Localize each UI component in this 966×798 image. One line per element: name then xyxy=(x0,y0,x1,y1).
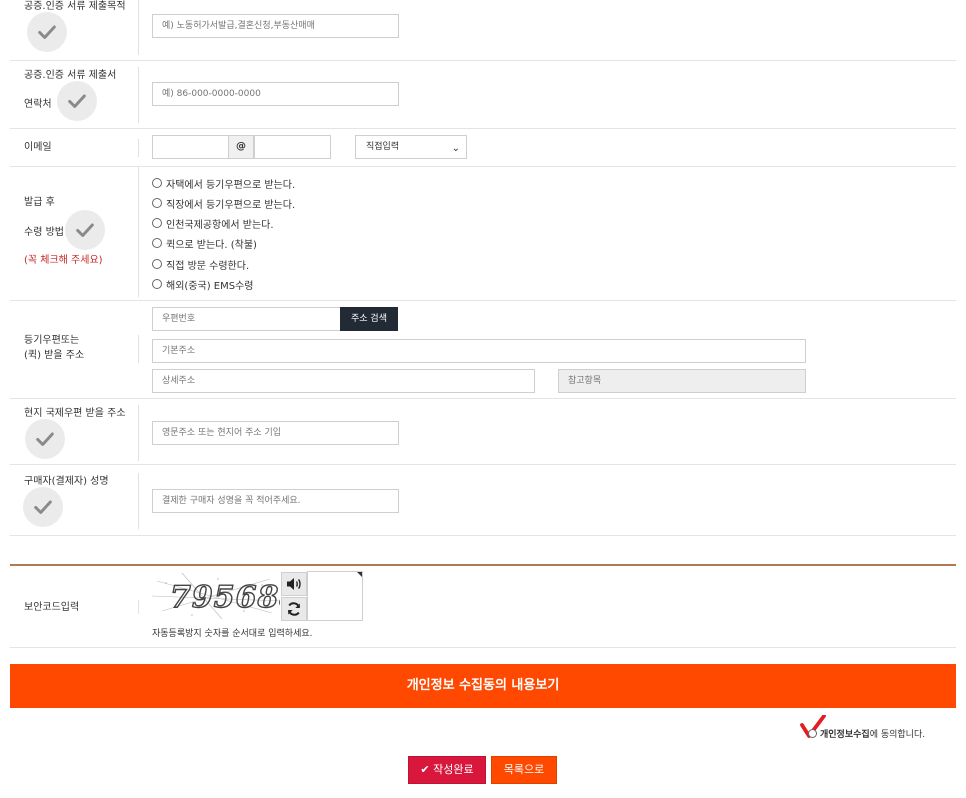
receive-option-quick[interactable]: 퀵으로 받는다. (착불) xyxy=(152,236,257,251)
receive-option-visit[interactable]: 직접 방문 수령한다. xyxy=(152,257,250,272)
radio-button[interactable] xyxy=(152,259,162,269)
contact-label-line2: 연락처 xyxy=(24,99,52,110)
privacy-agree-text: 에 동의합니다. xyxy=(869,730,926,740)
submit-button-label: 작성완료 xyxy=(433,763,474,776)
receive-option-label: 직접 방문 수령한다. xyxy=(166,260,250,272)
receive-label-line2: 수령 방법 xyxy=(24,227,64,238)
contact-row: 공증.인증 서류 제출서 연락처 xyxy=(10,61,956,129)
privacy-agree-strong: 개인정보수집 xyxy=(820,730,870,740)
contact-input[interactable] xyxy=(152,82,399,106)
receive-option-label: 해외(중국) EMS수령 xyxy=(166,280,254,292)
purpose-row: 공증.인증 서류 제출목적 xyxy=(10,0,956,61)
buyer-label: 구매자(결제자) 성명 xyxy=(24,476,109,487)
local-address-label: 현지 국제우편 받을 주소 xyxy=(24,408,126,419)
radio-button[interactable] xyxy=(152,178,162,188)
email-id-input[interactable] xyxy=(152,135,229,159)
receive-option-label: 인천국제공항에서 받는다. xyxy=(166,219,274,231)
detail-address-input[interactable] xyxy=(152,369,535,393)
privacy-agree-radio[interactable] xyxy=(808,729,817,738)
radio-button[interactable] xyxy=(152,238,162,248)
radio-button[interactable] xyxy=(152,279,162,289)
local-address-input[interactable] xyxy=(152,421,399,445)
email-at-sign: @ xyxy=(228,135,254,159)
receive-note: (꼭 체크해 주세요) xyxy=(24,255,103,266)
buyer-row: 구매자(결제자) 성명 xyxy=(10,465,956,536)
captcha-hint: 자동등록방지 숫자를 순서대로 입력하세요. xyxy=(152,629,313,639)
speaker-icon xyxy=(287,578,301,590)
radio-button[interactable] xyxy=(152,198,162,208)
captcha-speaker-button[interactable] xyxy=(281,572,307,596)
email-domain-select[interactable]: 직접입력 ⌄ xyxy=(355,135,467,159)
receive-option-home[interactable]: 자택에서 등기우편으로 받는다. xyxy=(152,176,296,191)
email-row: 이메일 @ 직접입력 ⌄ xyxy=(10,129,956,167)
check-icon xyxy=(27,12,67,52)
email-domain-input[interactable] xyxy=(254,135,331,159)
privacy-agree-row[interactable]: 개인정보수집 에 동의합니다. xyxy=(808,727,925,740)
security-label: 보안코드입력 xyxy=(24,602,80,613)
check-icon xyxy=(65,210,105,250)
address-row: 등기우편또는 (퀵) 받을 주소 주소 검색 xyxy=(10,301,956,399)
captcha-image: 795688 xyxy=(151,571,301,621)
email-label: 이메일 xyxy=(24,142,52,153)
submit-button[interactable]: ✔ 작성완료 xyxy=(408,756,486,784)
chevron-down-icon: ⌄ xyxy=(451,143,460,154)
list-button[interactable]: 목록으로 xyxy=(491,756,557,784)
receive-option-work[interactable]: 직장에서 등기우편으로 받는다. xyxy=(152,196,296,211)
radio-button[interactable] xyxy=(152,218,162,228)
reference-address-input[interactable] xyxy=(558,369,806,393)
check-icon xyxy=(57,81,97,121)
address-label-line2: (퀵) 받을 주소 xyxy=(24,350,85,361)
postcode-input[interactable] xyxy=(152,307,341,331)
receive-option-label: 퀵으로 받는다. (착불) xyxy=(166,239,257,251)
receive-option-label: 자택에서 등기우편으로 받는다. xyxy=(166,179,296,191)
captcha-refresh-button[interactable] xyxy=(281,597,307,621)
receive-option-ems[interactable]: 해외(중국) EMS수령 xyxy=(152,277,254,292)
check-icon: ✔ xyxy=(420,763,430,776)
receive-option-label: 직장에서 등기우편으로 받는다. xyxy=(166,199,296,211)
captcha-input[interactable] xyxy=(307,571,363,621)
privacy-consent-view-button[interactable]: 개인정보 수집동의 내용보기 xyxy=(10,664,956,708)
receive-label-line1: 발급 후 xyxy=(24,197,55,208)
refresh-icon xyxy=(288,602,300,616)
email-domain-select-value: 직접입력 xyxy=(366,142,400,152)
buyer-name-input[interactable] xyxy=(152,489,399,513)
check-icon xyxy=(25,419,65,459)
local-address-row: 현지 국제우편 받을 주소 xyxy=(10,399,956,465)
address-search-button[interactable]: 주소 검색 xyxy=(340,307,398,331)
contact-label-line1: 공증.인증 서류 제출서 xyxy=(24,70,117,81)
purpose-label: 공증.인증 서류 제출목적 xyxy=(24,1,126,12)
purpose-input[interactable] xyxy=(152,14,399,38)
captcha-text: 795688 xyxy=(170,580,280,615)
basic-address-input[interactable] xyxy=(152,339,806,363)
receive-option-airport[interactable]: 인천국제공항에서 받는다. xyxy=(152,216,274,231)
check-icon xyxy=(23,487,63,527)
address-label-line1: 등기우편또는 xyxy=(24,335,80,346)
